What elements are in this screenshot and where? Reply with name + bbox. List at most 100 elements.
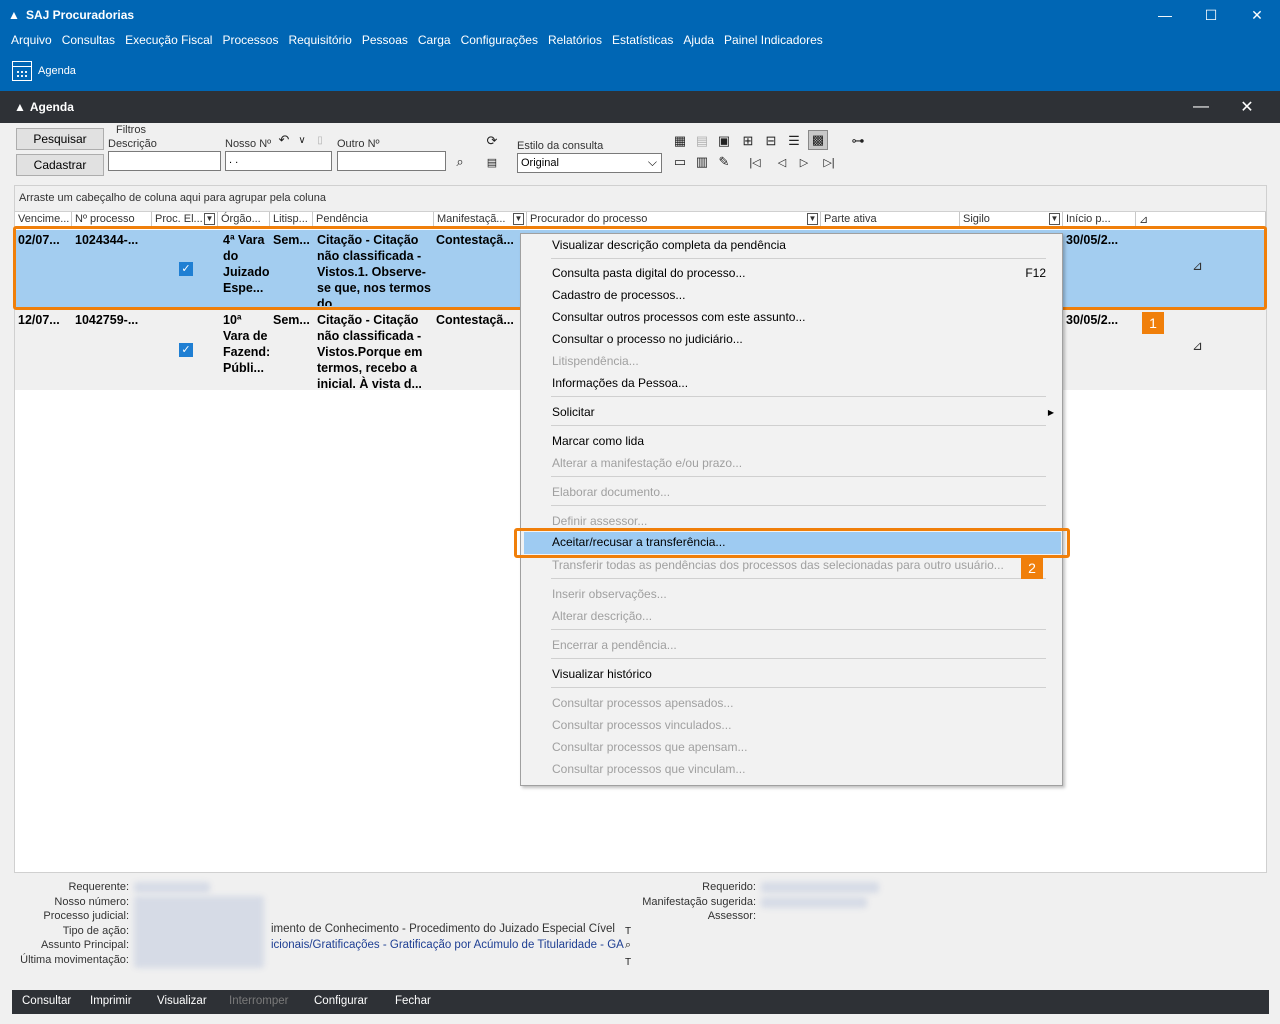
- ctx-definir-assessor: Definir assessor...: [552, 514, 648, 528]
- main-toolbar: Agenda: [0, 50, 1280, 91]
- tree-icon[interactable]: ⊞: [739, 132, 757, 150]
- filter-dropdown-icon[interactable]: ▼: [807, 213, 818, 225]
- assunto-principal-value[interactable]: icionais/Gratificações - Gratificação po…: [271, 939, 624, 951]
- cell-processo: 1042759-...: [75, 313, 139, 327]
- calendar-icon[interactable]: [12, 60, 32, 81]
- ctx-alterar-descricao: Alterar descrição...: [552, 609, 653, 623]
- save-icon[interactable]: ▭: [671, 153, 689, 171]
- context-menu: Visualizar descrição completa da pendênc…: [520, 233, 1063, 786]
- consultar-button[interactable]: Consultar: [22, 995, 71, 1007]
- layout-icon[interactable]: ▣: [715, 132, 733, 150]
- delete-icon[interactable]: ▥: [693, 153, 711, 171]
- pesquisar-button[interactable]: Pesquisar: [16, 128, 104, 150]
- menu-painel-indicadores[interactable]: Painel Indicadores: [719, 30, 828, 50]
- ctx-marcar-lida[interactable]: Marcar como lida: [552, 434, 644, 448]
- cadastrar-button[interactable]: Cadastrar: [16, 154, 104, 176]
- ctx-pasta-digital[interactable]: Consulta pasta digital do processo...: [552, 266, 745, 280]
- menu-carga[interactable]: Carga: [413, 30, 456, 50]
- ctx-outros-processos-assunto[interactable]: Consultar outros processos com este assu…: [552, 310, 805, 324]
- cell-orgao: 10ª Vara de Fazend: Públi...: [223, 313, 269, 375]
- ctx-informacoes-pessoa[interactable]: Informações da Pessoa...: [552, 376, 688, 390]
- menu-relatorios[interactable]: Relatórios: [543, 30, 607, 50]
- print-icon[interactable]: ⊟: [762, 132, 780, 150]
- interromper-button: Interromper: [229, 995, 289, 1007]
- assessor-label: Assessor:: [707, 910, 756, 922]
- text-expand-icon[interactable]: T: [622, 925, 634, 937]
- undo-icon[interactable]: ↶: [277, 132, 291, 147]
- menu-consultas[interactable]: Consultas: [57, 30, 120, 50]
- menu-ajuda[interactable]: Ajuda: [678, 30, 719, 50]
- search-icon[interactable]: ⌕: [622, 939, 634, 951]
- agenda-close-button[interactable]: ✕: [1224, 97, 1270, 117]
- bottom-action-bar: Consultar Imprimir Visualizar Interrompe…: [12, 990, 1269, 1014]
- col-manifestacao-label: Manifestaçã...: [437, 213, 506, 225]
- ctx-pasta-digital-shortcut: F12: [1025, 266, 1046, 280]
- redacted-requerido: [761, 882, 879, 893]
- filter-dropdown-icon[interactable]: ▼: [204, 213, 215, 225]
- nosso-numero-input[interactable]: . .: [225, 151, 332, 171]
- toolbar-agenda-label[interactable]: Agenda: [38, 65, 76, 77]
- proc-eletronico-checkbox[interactable]: ✓: [179, 343, 193, 357]
- descricao-input[interactable]: [108, 151, 221, 171]
- minimize-button[interactable]: —: [1142, 0, 1188, 30]
- estilo-consulta-label: Estilo da consulta: [517, 140, 604, 152]
- requerido-label: Requerido:: [702, 881, 756, 893]
- visualizar-button[interactable]: Visualizar: [157, 995, 207, 1007]
- export-excel-icon[interactable]: ▦: [671, 132, 689, 150]
- menu-pessoas[interactable]: Pessoas: [357, 30, 413, 50]
- manifestacao-sugerida-label: Manifestação sugerida:: [642, 896, 756, 908]
- maximize-button[interactable]: ☐: [1188, 0, 1234, 30]
- requerente-label: Requerente:: [68, 881, 129, 893]
- bookmark-icon[interactable]: ⊿: [1192, 338, 1203, 354]
- ctx-processo-judiciario[interactable]: Consultar o processo no judiciário...: [552, 332, 743, 346]
- chevron-down-icon[interactable]: ∨: [295, 133, 309, 147]
- cell-litispendencia: Sem...: [273, 313, 310, 327]
- menu-estatisticas[interactable]: Estatísticas: [607, 30, 678, 50]
- ctx-litispendencia: Litispendência...: [552, 354, 639, 368]
- ctx-processos-que-apensam: Consultar processos que apensam...: [552, 740, 748, 754]
- last-record-icon[interactable]: ▷|: [820, 153, 838, 171]
- first-record-icon[interactable]: |◁: [746, 153, 764, 171]
- imprimir-button[interactable]: Imprimir: [90, 995, 132, 1007]
- fechar-button[interactable]: Fechar: [395, 995, 431, 1007]
- outro-numero-input[interactable]: [337, 151, 446, 171]
- prev-record-icon[interactable]: ◁: [773, 153, 791, 171]
- redacted-manifestacao: [761, 897, 867, 908]
- search-icon[interactable]: ⌕: [451, 153, 469, 171]
- redacted-details: [134, 896, 264, 968]
- card-view-icon[interactable]: ▩: [808, 130, 828, 150]
- menu-processos[interactable]: Processos: [217, 30, 283, 50]
- nosso-numero-label: Nosso Nº: [225, 138, 272, 150]
- network-icon[interactable]: ⊶: [849, 132, 867, 150]
- menu-configuracoes[interactable]: Configurações: [456, 30, 543, 50]
- text-expand-icon[interactable]: T: [622, 956, 634, 968]
- list-icon[interactable]: ☰: [785, 132, 803, 150]
- edit-icon[interactable]: ✎: [715, 153, 733, 171]
- close-button[interactable]: ✕: [1234, 0, 1280, 30]
- ctx-visualizar-descricao[interactable]: Visualizar descrição completa da pendênc…: [552, 238, 786, 252]
- assunto-principal-label: Assunto Principal:: [40, 939, 129, 951]
- ctx-visualizar-historico[interactable]: Visualizar histórico: [552, 667, 652, 681]
- configurar-button[interactable]: Configurar: [314, 995, 368, 1007]
- app-logo-icon: ▲: [8, 8, 20, 22]
- separator: [551, 687, 1046, 688]
- refresh-icon[interactable]: ⟳: [483, 132, 501, 150]
- agenda-minimize-button[interactable]: —: [1178, 98, 1224, 116]
- menu-arquivo[interactable]: Arquivo: [6, 30, 57, 50]
- copy-icon: ▯: [317, 134, 323, 146]
- ctx-solicitar[interactable]: Solicitar: [552, 405, 595, 419]
- outro-numero-label: Outro Nº: [337, 138, 380, 150]
- estilo-consulta-select[interactable]: Original ⌵: [517, 153, 662, 173]
- menu-execucao-fiscal[interactable]: Execução Fiscal: [120, 30, 217, 50]
- submenu-arrow-icon: ▶: [1047, 408, 1054, 417]
- nosso-numero-detail-label: Nosso número:: [54, 896, 129, 908]
- filter-dropdown-icon[interactable]: ▼: [1049, 213, 1060, 225]
- next-record-icon[interactable]: ▷: [795, 153, 813, 171]
- menu-requisitorio[interactable]: Requisitório: [283, 30, 356, 50]
- chat-icon[interactable]: ▤: [483, 153, 501, 171]
- bookmark-header-icon: ⊿: [1139, 214, 1149, 226]
- processo-judicial-label: Processo judicial:: [43, 910, 129, 922]
- filter-dropdown-icon[interactable]: ▼: [513, 213, 524, 225]
- ctx-cadastro-processos[interactable]: Cadastro de processos...: [552, 288, 685, 302]
- separator: [551, 425, 1046, 426]
